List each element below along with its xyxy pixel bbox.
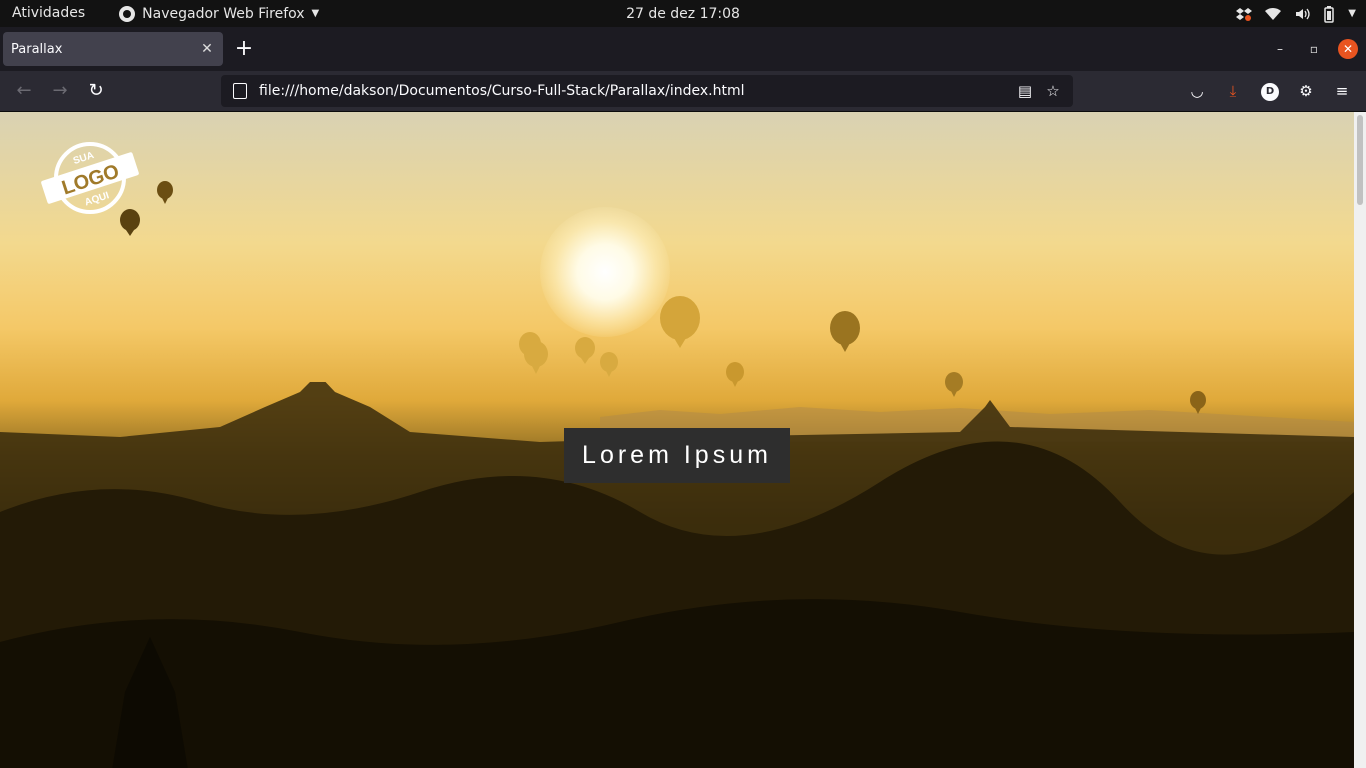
balloon-icon: [726, 362, 744, 387]
maximize-window-button[interactable]: ▫: [1304, 39, 1324, 59]
back-button[interactable]: ←: [12, 79, 36, 103]
site-logo[interactable]: SUA LOGO AQUI: [40, 140, 140, 216]
forward-button[interactable]: →: [48, 79, 72, 103]
page-icon: [233, 83, 247, 99]
scrollbar-thumb[interactable]: [1357, 115, 1363, 205]
new-tab-button[interactable]: +: [232, 37, 256, 61]
bookmark-star-icon[interactable]: ☆: [1041, 82, 1065, 100]
volume-icon[interactable]: [1294, 6, 1310, 22]
balloon-icon: [157, 181, 173, 204]
page-scrollbar[interactable]: [1354, 112, 1366, 768]
page-viewport: SUA LOGO AQUI Lorem Ipsum: [0, 112, 1354, 768]
balloon-icon: [575, 337, 595, 364]
balloon-icon: [600, 352, 618, 377]
tab-title: Parallax: [11, 41, 63, 57]
download-icon[interactable]: ⤓: [1222, 80, 1244, 102]
activities-button[interactable]: Atividades: [0, 0, 97, 27]
system-menu-chevron-icon[interactable]: ▼: [1348, 8, 1356, 19]
navigation-toolbar: ← → ↻ file:///home/dakson/Documentos/Cur…: [0, 71, 1366, 112]
clock[interactable]: 27 de dez 17:08: [626, 6, 740, 22]
reader-view-icon[interactable]: ▤: [1013, 82, 1037, 100]
account-avatar[interactable]: D: [1261, 83, 1279, 101]
url-text[interactable]: file:///home/dakson/Documentos/Curso-Ful…: [259, 83, 1009, 99]
pocket-icon[interactable]: ◡: [1186, 80, 1208, 102]
balloon-icon: [1190, 391, 1206, 414]
balloons-layer: [120, 181, 1206, 414]
minimize-window-button[interactable]: –: [1270, 39, 1290, 59]
url-bar[interactable]: file:///home/dakson/Documentos/Curso-Ful…: [221, 75, 1073, 107]
app-menu-label: Navegador Web Firefox: [142, 5, 305, 22]
tab-parallax[interactable]: Parallax ✕: [3, 32, 223, 66]
chevron-down-icon: ▼: [311, 8, 320, 19]
app-menu[interactable]: Navegador Web Firefox ▼: [119, 5, 320, 22]
close-tab-icon[interactable]: ✕: [199, 41, 215, 57]
extensions-gear-icon[interactable]: ⚙: [1295, 80, 1317, 102]
tab-strip: Parallax ✕ + – ▫: [0, 27, 1366, 71]
balloon-icon: [524, 341, 548, 374]
balloon-icon: [945, 372, 963, 397]
system-tray[interactable]: ▼: [1236, 0, 1356, 27]
system-top-bar: Atividades Navegador Web Firefox ▼ 27 de…: [0, 0, 1366, 27]
hamburger-menu-icon[interactable]: ≡: [1331, 80, 1353, 102]
battery-icon[interactable]: [1322, 5, 1336, 23]
hero-title: Lorem Ipsum: [564, 428, 790, 483]
wifi-icon[interactable]: [1264, 6, 1282, 22]
reload-button[interactable]: ↻: [84, 79, 108, 103]
balloon-icon: [660, 296, 700, 348]
logo-text-top: SUA: [72, 150, 95, 167]
close-window-button[interactable]: ✕: [1338, 39, 1358, 59]
dropbox-icon[interactable]: [1236, 6, 1253, 22]
balloon-icon: [830, 311, 860, 352]
firefox-icon: [119, 5, 136, 22]
